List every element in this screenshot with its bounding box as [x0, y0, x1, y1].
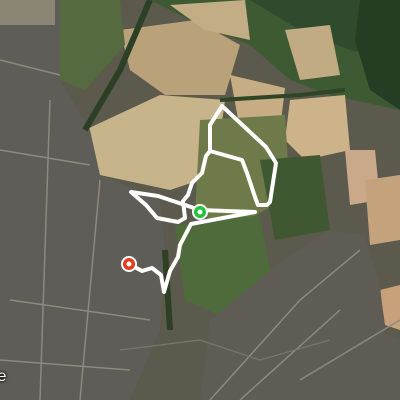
- field-tan: [365, 175, 400, 245]
- satellite-imagery: [0, 0, 400, 400]
- field-tan: [0, 0, 55, 25]
- satellite-map[interactable]: le: [0, 0, 400, 400]
- end-pin-icon[interactable]: [121, 256, 137, 272]
- map-attribution: le: [0, 368, 7, 385]
- start-pin-icon[interactable]: [192, 204, 208, 220]
